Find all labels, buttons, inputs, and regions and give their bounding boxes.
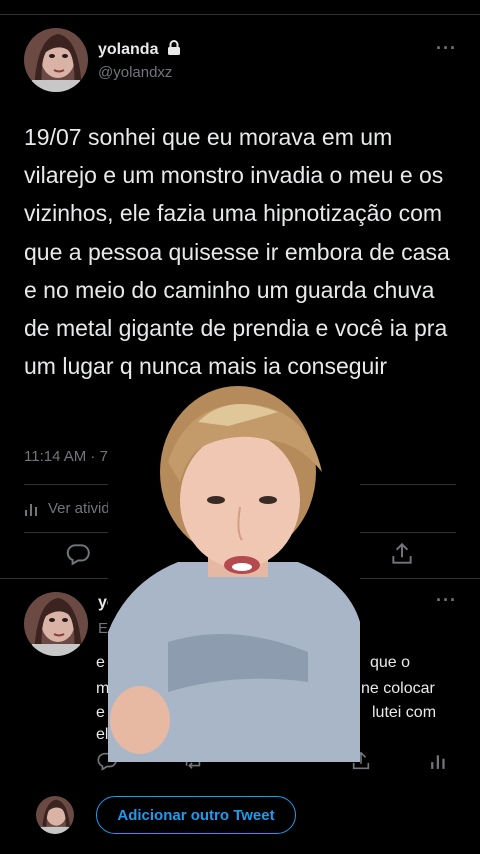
reply-text-fragment: lutei com <box>372 704 437 721</box>
reply-text-fragment: el <box>96 726 109 743</box>
analytics-icon <box>24 501 40 517</box>
add-another-tweet-button[interactable]: Adicionar outro Tweet <box>96 796 296 834</box>
reply-text-fragment: ne colocar <box>361 680 435 697</box>
avatar-photo <box>36 796 74 834</box>
more-options-icon[interactable]: ··· <box>436 590 457 611</box>
avatar[interactable] <box>24 28 88 92</box>
share-icon[interactable] <box>389 541 415 567</box>
analytics-icon[interactable] <box>430 752 448 770</box>
reply-icon[interactable] <box>65 541 91 567</box>
person-video-frame <box>108 382 360 762</box>
tweet-text: 19/07 sonhei que eu morava em um vilarej… <box>24 124 450 380</box>
author-handle[interactable]: @yolandxz <box>98 64 172 81</box>
author-name[interactable]: yolanda <box>98 40 181 59</box>
avatar-photo <box>24 592 88 656</box>
lock-icon <box>167 40 181 56</box>
video-overlay <box>108 382 360 762</box>
reply-text-fragment: e <box>96 654 105 671</box>
more-options-icon[interactable]: ··· <box>436 38 457 59</box>
reply-text-fragment: que o <box>370 654 411 671</box>
avatar-photo <box>24 28 88 92</box>
reply-avatar[interactable] <box>24 592 88 656</box>
compose-avatar[interactable] <box>36 796 74 834</box>
top-divider <box>0 14 480 15</box>
